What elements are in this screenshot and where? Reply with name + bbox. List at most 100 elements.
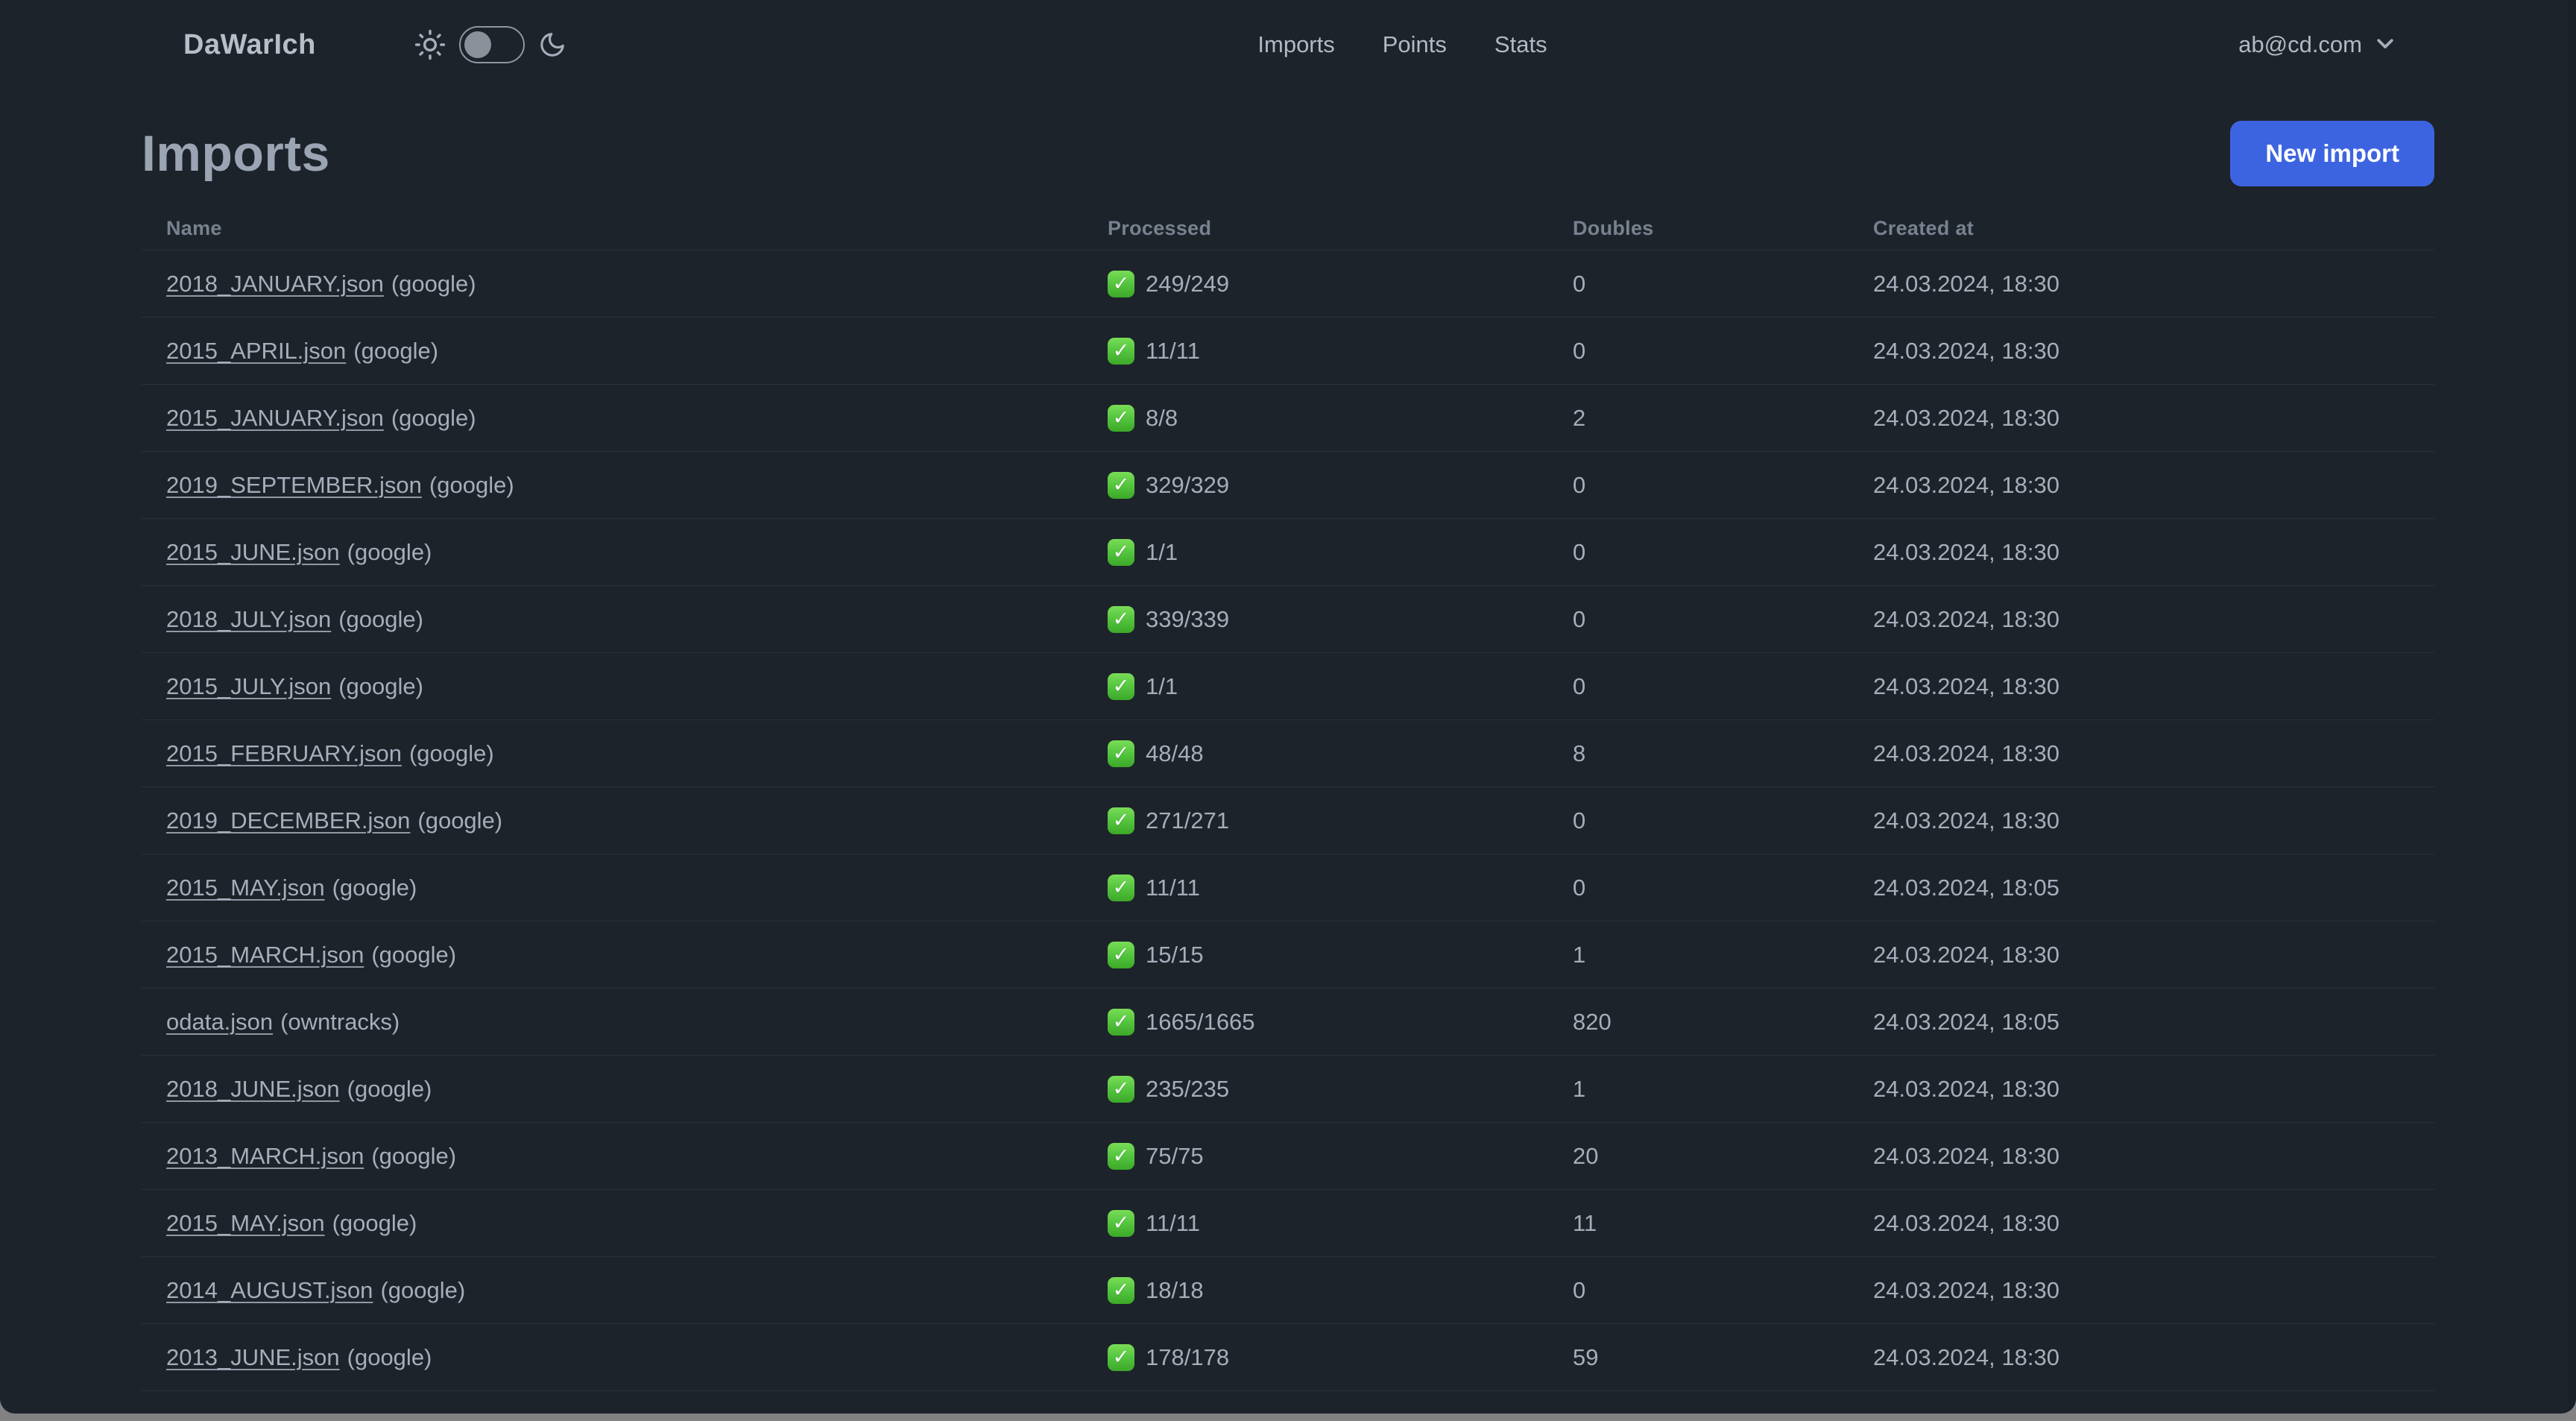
name-cell: 2015_JUNE.json (google): [142, 539, 1108, 566]
processed-cell: ✓ 178/178: [1108, 1343, 1573, 1371]
table-row: 2014_AUGUST.json (google) ✓ 18/18 0 24.03…: [142, 1257, 2434, 1324]
doubles-cell: 0: [1573, 270, 1586, 297]
import-file-link[interactable]: 2018_JUNE.json: [166, 1076, 340, 1102]
table-row: 2018_JUNE.json (google) ✓ 235/235 1 24.03…: [142, 1056, 2434, 1123]
success-check-icon: ✓: [1108, 874, 1134, 901]
import-source-label: (google): [332, 874, 417, 901]
import-source-label: (google): [391, 270, 476, 297]
table-row: 2018_JULY.json (google) ✓ 339/339 0 24.03…: [142, 586, 2434, 653]
nav-link-stats[interactable]: Stats: [1494, 31, 1547, 58]
import-file-link[interactable]: 2019_SEPTEMBER.json: [166, 472, 422, 498]
imports-table-body: 2018_JANUARY.json (google) ✓ 249/249 0 24…: [142, 251, 2434, 1414]
processed-count: 48/48: [1146, 740, 1204, 766]
import-file-link[interactable]: 2015_MARCH.json: [166, 942, 364, 968]
chevron-down-icon: [2374, 32, 2396, 58]
created-at-cell: 24.03.2024, 18:30: [1873, 471, 2059, 498]
success-check-icon: ✓: [1108, 1075, 1134, 1103]
nav-link-points[interactable]: Points: [1383, 31, 1447, 58]
import-file-link[interactable]: 2013_JUNE.json: [166, 1344, 340, 1370]
import-source-label: (google): [347, 538, 432, 565]
sun-icon: [414, 29, 446, 60]
import-source-label: (google): [347, 1075, 432, 1102]
name-cell: 2015_JULY.json (google): [142, 673, 1108, 700]
processed-cell: ✓ 18/18: [1108, 1276, 1573, 1304]
processed-count: 15/15: [1146, 941, 1204, 968]
created-at-cell: 24.03.2024, 18:30: [1873, 807, 2059, 834]
processed-cell: ✓ 48/48: [1108, 740, 1573, 767]
import-source-label: (google): [332, 1209, 417, 1236]
import-file-link[interactable]: 2019_DECEMBER.json: [166, 807, 410, 834]
import-file-link[interactable]: 2015_APRIL.json: [166, 338, 346, 364]
processed-count: 329/329: [1146, 471, 1230, 498]
processed-count: 178/178: [1146, 1343, 1230, 1370]
created-at-cell: 24.03.2024, 18:05: [1873, 874, 2059, 901]
import-file-link[interactable]: 2018_JULY.json: [166, 606, 331, 632]
created-at-cell: 24.03.2024, 18:30: [1873, 740, 2059, 766]
import-file-link[interactable]: 2018_JANUARY.json: [166, 271, 384, 297]
doubles-cell: 0: [1573, 337, 1586, 364]
import-source-label: (google): [347, 1343, 432, 1370]
import-source-label: (google): [380, 1276, 466, 1303]
import-file-link[interactable]: 2015_FEBRUARY.json: [166, 740, 402, 766]
processed-cell: ✓ 339/339: [1108, 605, 1573, 633]
name-cell: 2015_APRIL.json (google): [142, 338, 1108, 365]
import-file-link[interactable]: 2015_JANUARY.json: [166, 405, 384, 431]
success-check-icon: ✓: [1108, 404, 1134, 432]
doubles-cell: 11: [1573, 1209, 1597, 1236]
scrollbar-track[interactable]: [2569, 0, 2576, 1414]
import-source-label: (google): [371, 941, 457, 968]
table-row: 2015_JANUARY.json (google) ✓ 8/8 2 24.03.…: [142, 385, 2434, 452]
name-cell: [142, 1411, 1108, 1414]
table-row: 2013_MARCH.json (google) ✓ 75/75 20 24.03…: [142, 1123, 2434, 1190]
table-row: 2015_JUNE.json (google) ✓ 1/1 0 24.03.202…: [142, 519, 2434, 586]
doubles-cell: 0: [1573, 471, 1586, 498]
table-row: 2015_MAY.json (google) ✓ 11/11 0 24.03.20…: [142, 854, 2434, 921]
success-check-icon: ✓: [1108, 1142, 1134, 1170]
created-at-cell: 24.03.2024, 18:30: [1873, 1142, 2059, 1169]
import-file-link[interactable]: 2015_JUNE.json: [166, 539, 340, 565]
created-at-cell: 24.03.2024, 18:30: [1873, 270, 2059, 297]
name-cell: 2015_FEBRUARY.json (google): [142, 740, 1108, 767]
processed-cell: ✓ 271/271: [1108, 807, 1573, 834]
brand-logo[interactable]: DaWarIch: [183, 29, 316, 61]
import-file-link[interactable]: 2013_MARCH.json: [166, 1143, 364, 1169]
theme-toggle-switch[interactable]: [458, 26, 525, 63]
import-file-link[interactable]: 2014_AUGUST.json: [166, 1277, 373, 1303]
processed-count: 18/18: [1146, 1276, 1204, 1303]
doubles-cell: 1: [1573, 1075, 1586, 1102]
processed-count: 1/1: [1146, 672, 1178, 699]
import-source-label: (owntracks): [280, 1008, 400, 1035]
success-check-icon: ✓: [1108, 1276, 1134, 1304]
new-import-button[interactable]: New import: [2230, 121, 2434, 186]
success-check-icon: ✓: [1108, 807, 1134, 834]
name-cell: 2018_JULY.json (google): [142, 606, 1108, 633]
success-check-icon: ✓: [1108, 1343, 1134, 1371]
nav-link-imports[interactable]: Imports: [1257, 31, 1334, 58]
name-cell: odata.json (owntracks): [142, 1009, 1108, 1036]
created-at-cell: 24.03.2024, 18:30: [1873, 941, 2059, 968]
processed-cell: ✓ 15/15: [1108, 941, 1573, 968]
import-file-link[interactable]: 2015_MAY.json: [166, 1210, 325, 1236]
doubles-cell: 0: [1573, 538, 1586, 565]
processed-count: 271/271: [1146, 807, 1230, 834]
table-row: 2015_MARCH.json (google) ✓ 15/15 1 24.03.…: [142, 921, 2434, 989]
doubles-cell: 8: [1573, 740, 1586, 766]
import-source-label: (google): [408, 740, 494, 766]
name-cell: 2019_SEPTEMBER.json (google): [142, 472, 1108, 499]
name-cell: 2015_JANUARY.json (google): [142, 405, 1108, 432]
table-row: 2015_FEBRUARY.json (google) ✓ 48/48 8 24.…: [142, 720, 2434, 787]
success-check-icon: ✓: [1108, 740, 1134, 767]
processed-cell: ✓ 1/1: [1108, 672, 1573, 700]
table-row: 2018_JANUARY.json (google) ✓ 249/249 0 24…: [142, 251, 2434, 318]
app-window: DaWarIch Imports Points Stats ab@cd.com …: [0, 0, 2576, 1414]
import-file-link[interactable]: 2015_MAY.json: [166, 875, 325, 901]
navbar: DaWarIch Imports Points Stats ab@cd.com: [0, 0, 2576, 89]
import-file-link[interactable]: 2015_JULY.json: [166, 673, 331, 699]
account-menu[interactable]: ab@cd.com: [2238, 31, 2396, 58]
account-email: ab@cd.com: [2238, 31, 2362, 57]
processed-cell: ✓ 8/8: [1108, 404, 1573, 432]
import-source-label: (google): [429, 471, 514, 498]
doubles-cell: 0: [1573, 807, 1586, 834]
processed-count: 75/75: [1146, 1142, 1204, 1169]
import-file-link[interactable]: odata.json: [166, 1009, 273, 1035]
